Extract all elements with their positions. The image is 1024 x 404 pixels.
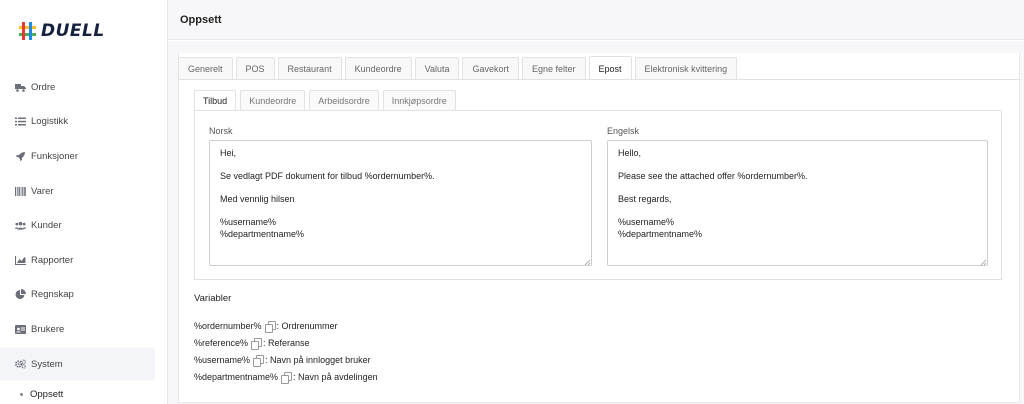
sidebar-item-label: Varer <box>31 185 54 197</box>
gears-icon <box>15 359 26 370</box>
sidebar-item-label: Brukere <box>31 323 65 335</box>
copy-icon[interactable] <box>251 338 263 350</box>
subtab-arbeidsordre[interactable]: Arbeidsordre <box>309 90 379 110</box>
variables-title: Variabler <box>194 293 232 304</box>
subtab-innkjopsordre[interactable]: Innkjøpsordre <box>382 90 456 110</box>
sidebar-subitem-oppsett[interactable]: Oppsett <box>0 381 167 404</box>
sidebar-item-label: Ordre <box>31 81 56 93</box>
sidebar-item-label: Funksjoner <box>31 150 78 162</box>
sidebar-item-varer[interactable]: Varer <box>0 174 167 209</box>
sidebar-item-ordre[interactable]: Ordre <box>0 70 167 105</box>
variable-code: %ordernumber% <box>194 321 262 331</box>
barcode-icon <box>15 186 26 197</box>
resize-handle-icon[interactable] <box>584 258 591 266</box>
tab-kundeordre[interactable]: Kundeordre <box>344 57 412 79</box>
norsk-textarea[interactable]: Hei, Se vedlagt PDF dokument for tilbud … <box>209 140 592 266</box>
copy-icon[interactable] <box>264 321 276 333</box>
chart-icon <box>15 255 26 266</box>
list-icon <box>15 116 26 127</box>
sidebar-item-regnskap[interactable]: Regnskap <box>0 278 167 313</box>
sidebar-item-label: Regnskap <box>31 289 74 301</box>
bullet-icon <box>20 392 23 396</box>
subtab-tilbud[interactable]: Tilbud <box>194 90 237 110</box>
sidebar-item-label: Logistikk <box>31 116 68 128</box>
copy-icon[interactable] <box>281 372 293 384</box>
variable-row: %departmentname% : Navn på avdelingen <box>194 372 378 384</box>
variable-row: %reference% : Referanse <box>194 338 310 350</box>
sidebar-item-label: Rapporter <box>31 254 74 266</box>
variable-desc: : Ordrenummer <box>276 321 338 331</box>
rocket-icon <box>15 151 26 162</box>
sidebar-item-system[interactable]: System <box>0 346 155 382</box>
norsk-label: Norsk <box>209 126 233 136</box>
engelsk-label: Engelsk <box>607 126 640 136</box>
tab-epost[interactable]: Epost <box>588 56 632 80</box>
sidebar-item-label: Kunder <box>31 220 62 232</box>
tabs-divider <box>178 79 1020 80</box>
sidebar-item-rapporter[interactable]: Rapporter <box>0 243 167 278</box>
tab-elektronisk-kvittering[interactable]: Elektronisk kvittering <box>634 57 738 79</box>
tab-restaurant[interactable]: Restaurant <box>277 57 342 79</box>
sidebar: DUELL Ordre Logistikk Funksjoner Varer K… <box>0 0 168 404</box>
engelsk-textarea[interactable]: Hello, Please see the attached offer %or… <box>607 140 988 266</box>
copy-icon[interactable] <box>253 355 265 367</box>
variable-desc: : Referanse <box>263 338 310 348</box>
pie-chart-icon <box>15 289 26 300</box>
page-header: Oppsett <box>168 0 1024 40</box>
variable-row: %ordernumber% : Ordrenummer <box>194 321 338 333</box>
variable-code: %departmentname% <box>194 372 279 382</box>
truck-icon <box>15 82 26 93</box>
variable-desc: : Navn på innlogget bruker <box>265 355 371 365</box>
page-title: Oppsett <box>180 13 222 26</box>
variable-code: %username% <box>194 355 251 365</box>
tab-generelt[interactable]: Generelt <box>178 57 233 79</box>
id-card-icon <box>15 324 26 335</box>
duell-logo-icon <box>19 22 36 40</box>
variable-code: %reference% <box>194 338 249 348</box>
variable-row: %username% : Navn på innlogget bruker <box>194 355 371 367</box>
sidebar-item-label: System <box>31 358 63 370</box>
subtab-kundeordre[interactable]: Kundeordre <box>240 90 306 110</box>
tab-valuta[interactable]: Valuta <box>414 57 460 79</box>
tab-gavekort[interactable]: Gavekort <box>462 57 519 79</box>
email-template-panel: Norsk Engelsk Hei, Se vedlagt PDF dokume… <box>194 110 1002 280</box>
logo-text: DUELL <box>41 21 105 41</box>
settings-tabs: Generelt POS Restaurant Kundeordre Valut… <box>178 56 738 80</box>
sidebar-item-kunder[interactable]: Kunder <box>0 208 167 243</box>
logo[interactable]: DUELL <box>16 20 105 42</box>
tab-egne-felter[interactable]: Egne felter <box>522 57 586 79</box>
sidebar-item-logistikk[interactable]: Logistikk <box>0 105 167 140</box>
sidebar-nav: Ordre Logistikk Funksjoner Varer Kunder … <box>0 70 167 404</box>
sidebar-item-funksjoner[interactable]: Funksjoner <box>0 139 167 174</box>
sidebar-subitem-label: Oppsett <box>30 388 64 400</box>
variable-desc: : Navn på avdelingen <box>293 372 378 382</box>
users-icon <box>15 220 26 231</box>
sidebar-item-brukere[interactable]: Brukere <box>0 312 167 347</box>
tab-pos[interactable]: POS <box>235 57 275 79</box>
resize-handle-icon[interactable] <box>980 258 987 266</box>
main-content: Generelt POS Restaurant Kundeordre Valut… <box>168 41 1024 404</box>
email-subtabs: Tilbud Kundeordre Arbeidsordre Innkjøpso… <box>194 90 456 110</box>
